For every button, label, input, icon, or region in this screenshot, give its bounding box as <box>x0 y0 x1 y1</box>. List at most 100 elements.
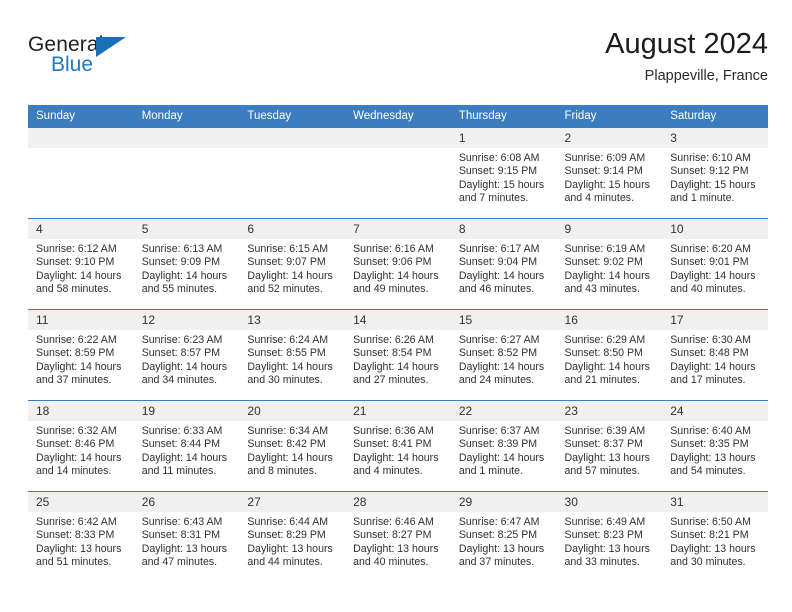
sunset-text: Sunset: 9:14 PM <box>564 165 643 178</box>
calendar-day-cell[interactable]: 26 Sunrise: 6:43 AM Sunset: 8:31 PM Dayligh… <box>133 491 240 582</box>
calendar-day-cell[interactable]: 28 Sunrise: 6:46 AM Sunset: 8:27 PM Dayligh… <box>345 491 451 582</box>
sunrise-text: Sunrise: 6:46 AM <box>353 516 434 528</box>
calendar-day-cell[interactable]: 30 Sunrise: 6:49 AM Sunset: 8:23 PM Dayligh… <box>556 491 663 582</box>
day-number <box>239 128 346 148</box>
sunset-text: Sunset: 9:04 PM <box>458 256 538 269</box>
calendar-day-cell[interactable]: 23 Sunrise: 6:39 AM Sunset: 8:37 PM Dayligh… <box>556 400 663 492</box>
day-number: 21 <box>345 401 451 421</box>
calendar-day-cell[interactable]: 1 Sunrise: 6:08 AM Sunset: 9:15 PM Daylight… <box>450 127 557 219</box>
sunrise-text: Sunrise: 6:13 AM <box>141 243 223 255</box>
calendar-day-cell[interactable]: 31 Sunrise: 6:50 AM Sunset: 8:21 PM Dayligh… <box>662 491 768 582</box>
sunset-text: Sunset: 9:02 PM <box>564 256 643 269</box>
calendar-day-cell-empty <box>239 127 346 219</box>
calendar-day-cell[interactable]: 13 Sunrise: 6:24 AM Sunset: 8:55 PM Dayligh… <box>239 309 346 401</box>
day-cell-inner: 10 Sunrise: 6:20 AM Sunset: 9:01 PM Dayligh… <box>662 219 768 309</box>
calendar-page: General Blue August 2024 Plappeville, Fr… <box>0 0 792 612</box>
day-cell-inner: 4 Sunrise: 6:12 AM Sunset: 9:10 PM Daylight… <box>28 219 134 309</box>
calendar-day-cell[interactable]: 16 Sunrise: 6:29 AM Sunset: 8:50 PM Dayligh… <box>556 309 663 401</box>
day-number: 9 <box>556 219 663 239</box>
calendar-day-cell[interactable]: 19 Sunrise: 6:33 AM Sunset: 8:44 PM Dayligh… <box>133 400 240 492</box>
calendar-day-cell-empty <box>133 127 240 219</box>
weekday-header-monday: Monday <box>133 105 240 128</box>
sunset-text: Sunset: 8:37 PM <box>564 438 643 451</box>
sunset-text: Sunset: 8:44 PM <box>141 438 221 451</box>
sunrise-text: Sunrise: 6:26 AM <box>353 334 434 346</box>
daylight-text: and 27 minutes. <box>353 374 429 387</box>
day-cell-inner: 6 Sunrise: 6:15 AM Sunset: 9:07 PM Daylight… <box>239 219 346 309</box>
calendar-day-cell[interactable]: 15 Sunrise: 6:27 AM Sunset: 8:52 PM Dayligh… <box>450 309 557 401</box>
day-number: 28 <box>345 492 451 512</box>
sunset-text: Sunset: 9:10 PM <box>36 256 115 269</box>
weekday-header-thursday: Thursday <box>450 105 557 128</box>
day-cell-inner: 5 Sunrise: 6:13 AM Sunset: 9:09 PM Daylight… <box>133 219 240 309</box>
daylight-text: Daylight: 14 hours <box>36 360 122 373</box>
day-cell-inner: 22 Sunrise: 6:37 AM Sunset: 8:39 PM Dayligh… <box>450 401 557 491</box>
calendar-week-row: 4 Sunrise: 6:12 AM Sunset: 9:10 PM Daylight… <box>28 218 768 310</box>
sunrise-text: Sunrise: 6:37 AM <box>458 425 540 437</box>
sunset-text: Sunset: 9:12 PM <box>670 165 749 178</box>
day-cell-inner <box>345 128 451 218</box>
sunset-text: Sunset: 9:07 PM <box>247 256 326 269</box>
calendar-day-cell[interactable]: 6 Sunrise: 6:15 AM Sunset: 9:07 PM Daylight… <box>239 218 346 310</box>
daylight-text: Daylight: 15 hours <box>458 178 545 191</box>
day-number: 18 <box>28 401 134 421</box>
day-details: Sunrise: 6:12 AM Sunset: 9:10 PM Daylight:… <box>28 239 134 297</box>
calendar-day-cell[interactable]: 8 Sunrise: 6:17 AM Sunset: 9:04 PM Daylight… <box>450 218 557 310</box>
sunrise-text: Sunrise: 6:34 AM <box>247 425 329 437</box>
sunset-text: Sunset: 8:50 PM <box>564 347 643 360</box>
calendar-day-cell[interactable]: 24 Sunrise: 6:40 AM Sunset: 8:35 PM Dayligh… <box>662 400 768 492</box>
sunset-text: Sunset: 8:54 PM <box>353 347 432 360</box>
calendar-day-cell[interactable]: 17 Sunrise: 6:30 AM Sunset: 8:48 PM Dayligh… <box>662 309 768 401</box>
day-details: Sunrise: 6:34 AM Sunset: 8:42 PM Daylight:… <box>239 421 345 479</box>
day-cell-inner: 26 Sunrise: 6:43 AM Sunset: 8:31 PM Dayligh… <box>133 492 240 582</box>
day-number: 20 <box>239 401 346 421</box>
day-number: 17 <box>662 310 768 330</box>
calendar-day-cell[interactable]: 4 Sunrise: 6:12 AM Sunset: 9:10 PM Daylight… <box>28 218 134 310</box>
daylight-text: and 11 minutes. <box>141 465 217 478</box>
calendar-day-cell[interactable]: 25 Sunrise: 6:42 AM Sunset: 8:33 PM Dayligh… <box>28 491 134 582</box>
calendar-day-cell[interactable]: 5 Sunrise: 6:13 AM Sunset: 9:09 PM Daylight… <box>133 218 240 310</box>
day-cell-inner: 18 Sunrise: 6:32 AM Sunset: 8:46 PM Dayligh… <box>28 401 134 491</box>
daylight-text: Daylight: 14 hours <box>36 451 122 464</box>
calendar-day-cell[interactable]: 10 Sunrise: 6:20 AM Sunset: 9:01 PM Dayligh… <box>662 218 768 310</box>
sunset-text: Sunset: 8:25 PM <box>458 529 538 542</box>
day-cell-inner <box>133 128 240 218</box>
day-number: 3 <box>662 128 768 148</box>
daylight-text: Daylight: 14 hours <box>36 269 122 282</box>
calendar-day-cell[interactable]: 3 Sunrise: 6:10 AM Sunset: 9:12 PM Daylight… <box>662 127 768 219</box>
calendar-day-cell[interactable]: 7 Sunrise: 6:16 AM Sunset: 9:06 PM Daylight… <box>345 218 451 310</box>
daylight-text: Daylight: 14 hours <box>353 360 439 373</box>
calendar-day-cell[interactable]: 9 Sunrise: 6:19 AM Sunset: 9:02 PM Daylight… <box>556 218 663 310</box>
calendar-day-cell[interactable]: 22 Sunrise: 6:37 AM Sunset: 8:39 PM Dayligh… <box>450 400 557 492</box>
day-cell-inner: 1 Sunrise: 6:08 AM Sunset: 9:15 PM Daylight… <box>450 128 557 218</box>
calendar-day-cell[interactable]: 2 Sunrise: 6:09 AM Sunset: 9:14 PM Daylight… <box>556 127 663 219</box>
sunrise-text: Sunrise: 6:27 AM <box>458 334 540 346</box>
day-cell-inner: 19 Sunrise: 6:33 AM Sunset: 8:44 PM Dayligh… <box>133 401 240 491</box>
sunrise-text: Sunrise: 6:16 AM <box>353 243 434 255</box>
day-cell-inner: 14 Sunrise: 6:26 AM Sunset: 8:54 PM Dayligh… <box>345 310 451 400</box>
day-cell-inner: 3 Sunrise: 6:10 AM Sunset: 9:12 PM Daylight… <box>662 128 768 218</box>
sunrise-text: Sunrise: 6:42 AM <box>36 516 117 528</box>
calendar-day-cell[interactable]: 11 Sunrise: 6:22 AM Sunset: 8:59 PM Dayligh… <box>28 309 134 401</box>
day-cell-inner: 8 Sunrise: 6:17 AM Sunset: 9:04 PM Daylight… <box>450 219 557 309</box>
logo-text-blue: Blue <box>51 53 94 76</box>
calendar-day-cell[interactable]: 12 Sunrise: 6:23 AM Sunset: 8:57 PM Dayligh… <box>133 309 240 401</box>
sunset-text: Sunset: 8:46 PM <box>36 438 115 451</box>
calendar-day-cell[interactable]: 21 Sunrise: 6:36 AM Sunset: 8:41 PM Dayligh… <box>345 400 451 492</box>
calendar-day-cell[interactable]: 18 Sunrise: 6:32 AM Sunset: 8:46 PM Dayligh… <box>28 400 134 492</box>
calendar-day-cell[interactable]: 29 Sunrise: 6:47 AM Sunset: 8:25 PM Dayligh… <box>450 491 557 582</box>
day-details: Sunrise: 6:09 AM Sunset: 9:14 PM Daylight:… <box>557 148 663 206</box>
weekday-header-saturday: Saturday <box>662 105 768 128</box>
daylight-text: Daylight: 15 hours <box>670 178 756 191</box>
calendar-week-row: 25 Sunrise: 6:42 AM Sunset: 8:33 PM Dayligh… <box>28 491 768 582</box>
daylight-text: and 44 minutes. <box>247 556 323 569</box>
calendar-day-cell[interactable]: 27 Sunrise: 6:44 AM Sunset: 8:29 PM Dayligh… <box>239 491 346 582</box>
calendar-day-cell-empty <box>345 127 451 219</box>
day-cell-inner: 12 Sunrise: 6:23 AM Sunset: 8:57 PM Dayligh… <box>133 310 240 400</box>
day-number: 22 <box>450 401 557 421</box>
daylight-text: and 34 minutes. <box>141 374 218 387</box>
calendar-day-cell[interactable]: 20 Sunrise: 6:34 AM Sunset: 8:42 PM Dayligh… <box>239 400 346 492</box>
day-number: 7 <box>345 219 451 239</box>
general-blue-logo[interactable]: General Blue <box>28 34 158 86</box>
calendar-day-cell[interactable]: 14 Sunrise: 6:26 AM Sunset: 8:54 PM Dayligh… <box>345 309 451 401</box>
